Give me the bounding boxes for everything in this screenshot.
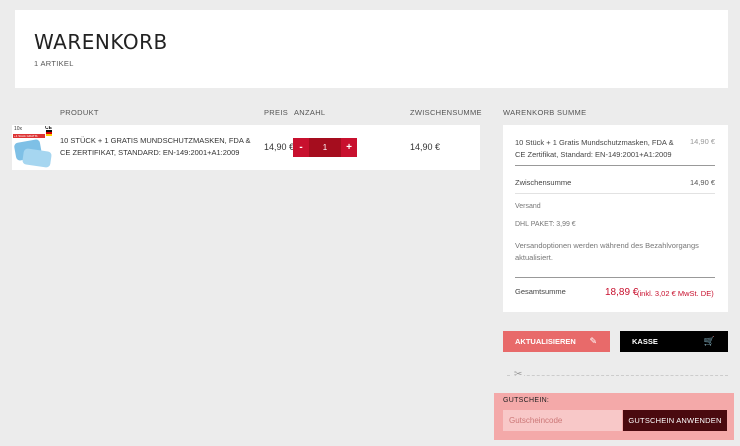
column-header-quantity: ANZAHL	[294, 108, 326, 117]
cart-header: WARENKORB 1 ARTIKEL	[15, 10, 728, 88]
subtotal-value: 14,90 €	[689, 178, 715, 187]
product-thumbnail[interactable]: 10x CE +1 Stück GRATIS	[13, 126, 53, 169]
thumb-stripe: +1 Stück GRATIS	[13, 134, 45, 138]
checkout-button[interactable]: KASSE 🛒	[620, 331, 728, 352]
column-header-product: PRODUKT	[60, 108, 99, 117]
divider	[515, 193, 715, 194]
column-header-subtotal: ZWISCHENSUMME	[410, 108, 482, 117]
subtotal-label: Zwischensumme	[515, 178, 572, 187]
divider	[515, 277, 715, 278]
items-count: 1 ARTIKEL	[34, 59, 74, 68]
mask-icon	[22, 148, 52, 168]
quantity-input[interactable]: 1	[309, 138, 341, 157]
quantity-stepper: - 1 +	[293, 138, 357, 157]
shipping-note: Versandoptionen werden während des Bezah…	[515, 241, 699, 262]
product-price: 14,90 €	[264, 142, 295, 152]
divider	[515, 165, 715, 166]
cart-icon: 🛒	[703, 336, 715, 346]
coupon-input[interactable]	[503, 410, 622, 431]
thumb-count: 10x	[14, 126, 23, 132]
total-tax: (inkl. 3,02 € MwSt. DE)	[637, 289, 714, 298]
scissors-icon: ✂	[512, 369, 525, 380]
summary-item-name: 10 Stück + 1 Gratis Mundschutzmasken, FD…	[515, 138, 674, 159]
cart-item-row: 10x CE +1 Stück GRATIS 10 STÜCK + 1 GRAT…	[12, 125, 480, 170]
product-subtotal: 14,90 €	[410, 142, 441, 152]
coupon-label: GUTSCHEIN:	[503, 397, 550, 404]
product-name-link[interactable]: 10 STÜCK + 1 GRATIS MUNDSCHUTZMASKEN, FD…	[60, 135, 260, 159]
cart-summary: 10 Stück + 1 Gratis Mundschutzmasken, FD…	[503, 125, 728, 312]
column-header-price: PREIS	[264, 108, 289, 117]
update-cart-button[interactable]: AKTUALISIEREN ✎	[503, 331, 610, 352]
checkout-label: KASSE	[632, 337, 658, 346]
german-flag-icon	[46, 130, 52, 136]
quantity-decrease-button[interactable]: -	[293, 138, 309, 157]
page-title: WARENKORB	[34, 30, 168, 54]
summary-item-price: 14,90 €	[689, 137, 715, 146]
summary-title: WARENKORB SUMME	[503, 108, 587, 117]
shipping-label: Versand	[515, 203, 541, 210]
total-value: 18,89 €	[605, 287, 639, 298]
coupon-section: GUTSCHEIN: GUTSCHEIN ANWENDEN	[494, 393, 734, 440]
apply-coupon-button[interactable]: GUTSCHEIN ANWENDEN	[623, 410, 727, 431]
shipping-option: DHL PAKET: 3,99 €	[515, 221, 576, 228]
pencil-icon: ✎	[589, 336, 597, 346]
quantity-increase-button[interactable]: +	[341, 138, 357, 157]
total-label: Gesamtsumme	[515, 287, 566, 296]
update-cart-label: AKTUALISIEREN	[515, 337, 576, 346]
coupon-cut-line	[507, 375, 728, 376]
